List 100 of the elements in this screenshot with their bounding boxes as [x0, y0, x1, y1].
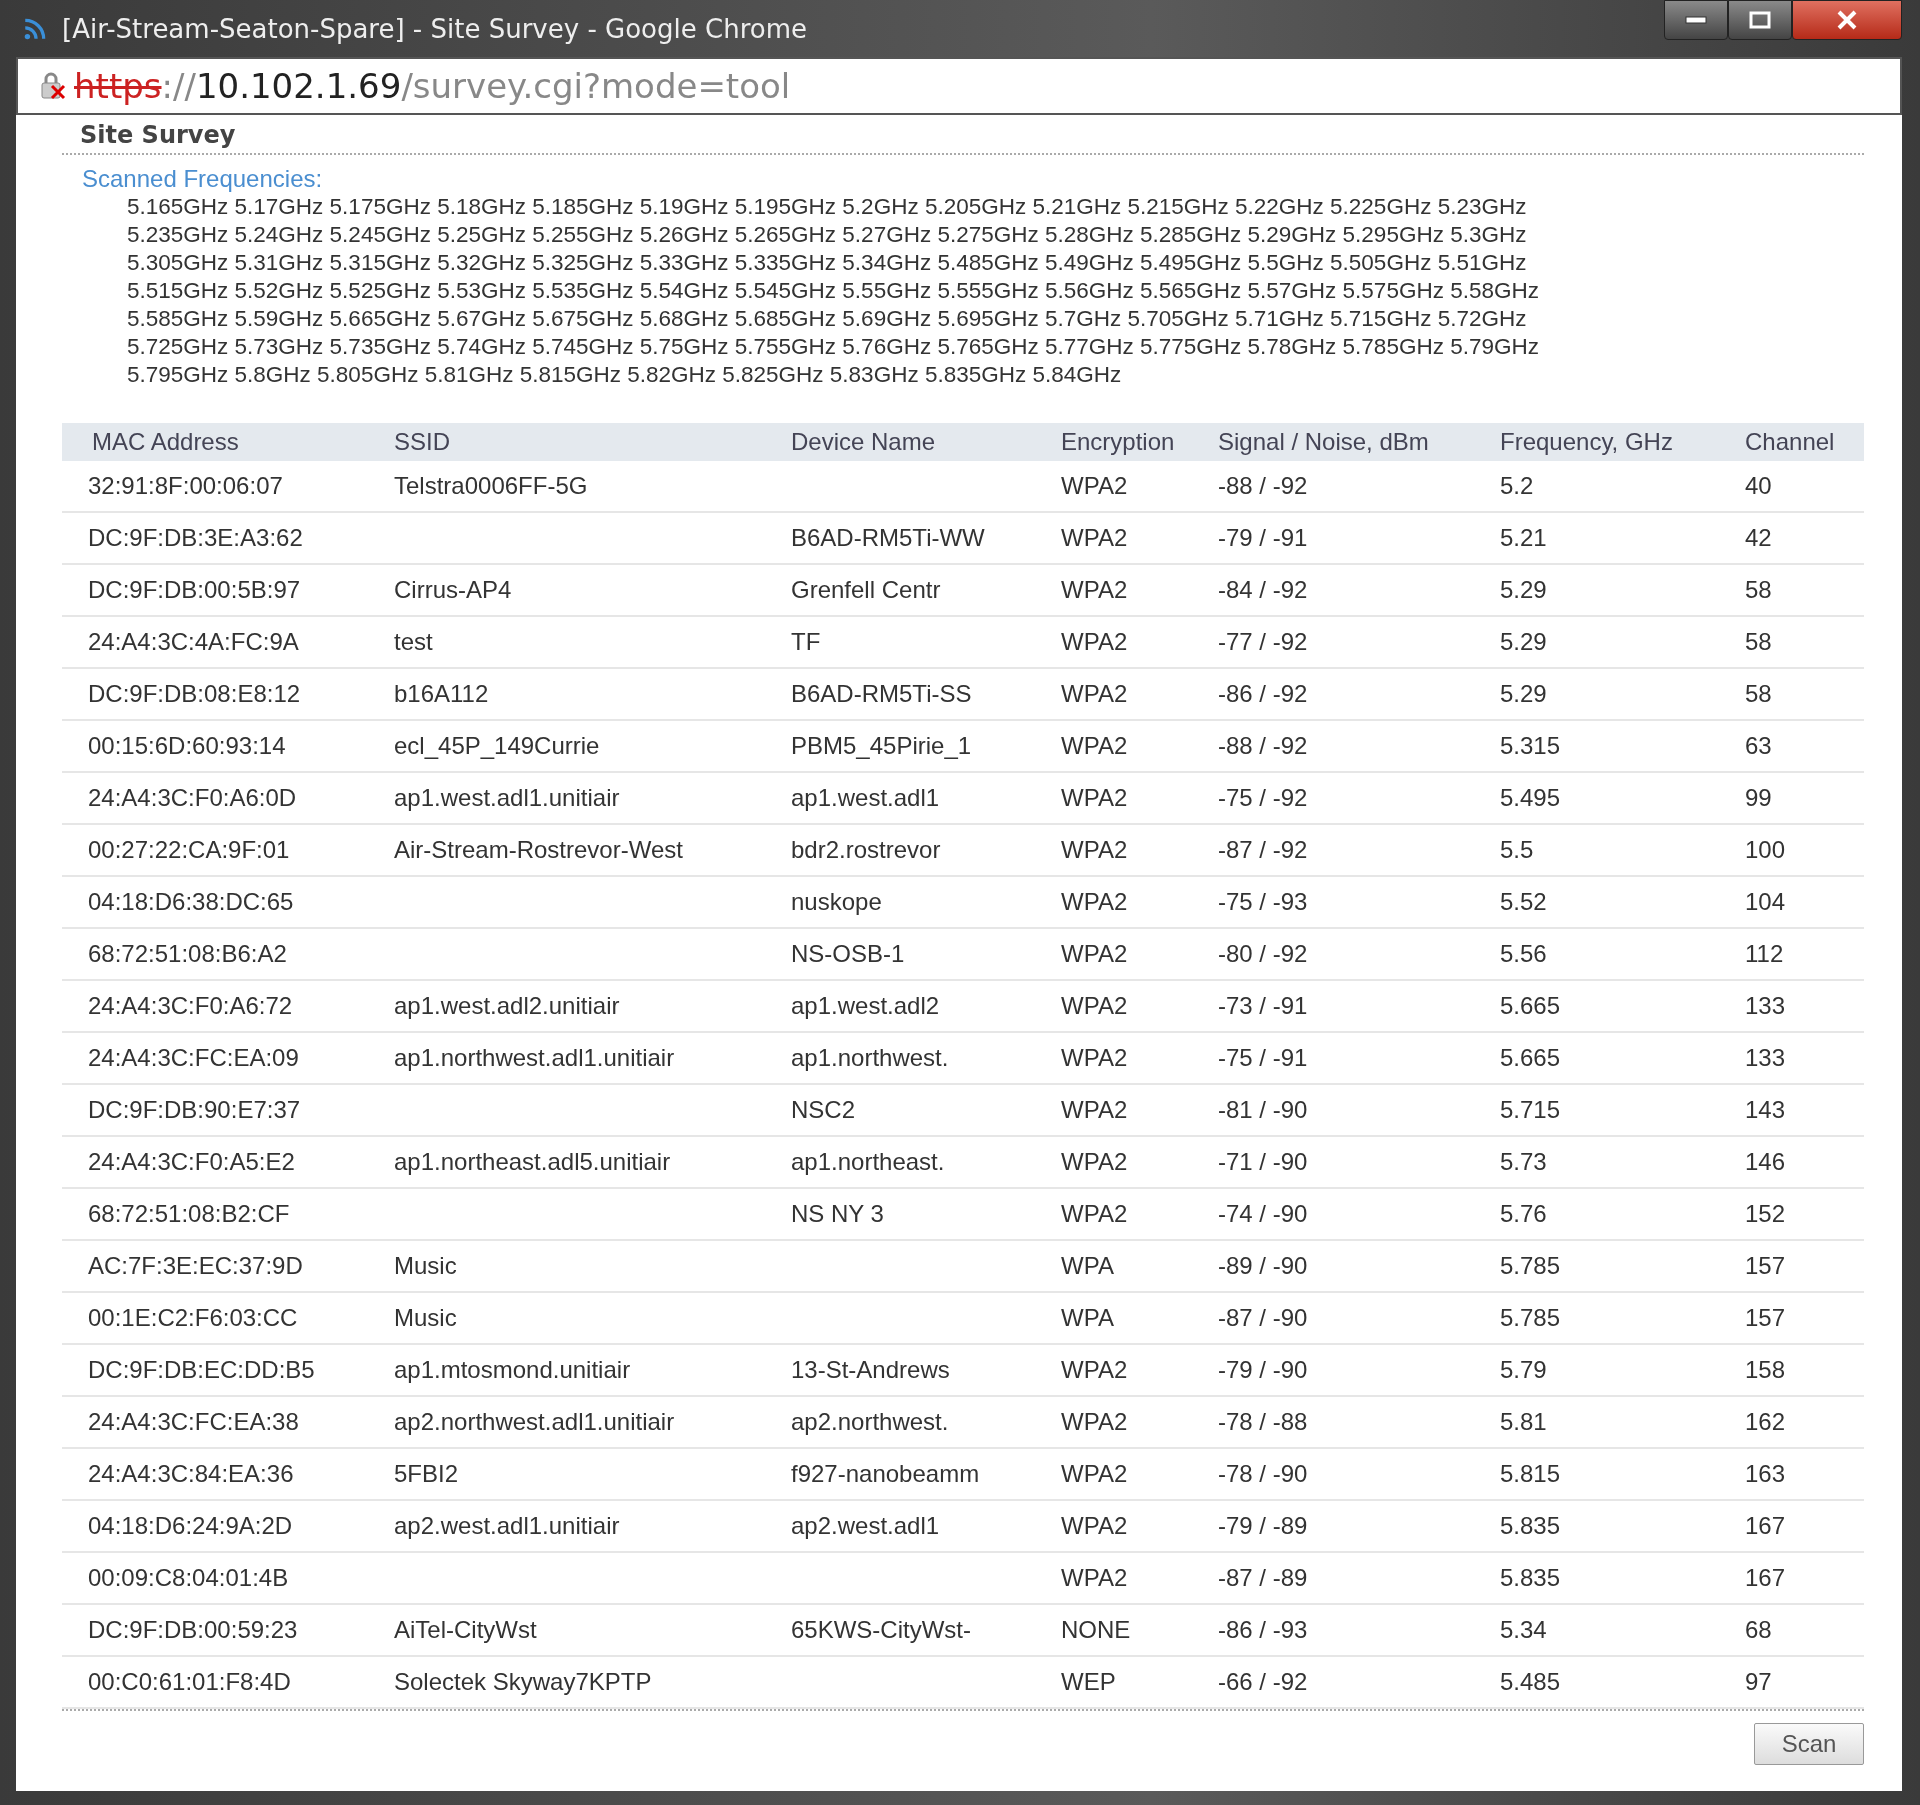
column-header: Frequency, GHz	[1499, 423, 1744, 461]
table-cell: 65KWS-CityWst-	[791, 1616, 971, 1643]
minimize-icon	[1685, 16, 1707, 24]
table-cell: 24:A4:3C:FC:EA:09	[88, 1044, 299, 1071]
table-cell: WPA2	[1061, 1148, 1128, 1175]
table-cell: -75 / -93	[1218, 888, 1308, 915]
table-cell: 63	[1745, 732, 1772, 759]
table-cell: 24:A4:3C:F0:A5:E2	[88, 1148, 295, 1175]
table-cell: 112	[1745, 940, 1784, 967]
table-cell: AiTel-CityWst	[394, 1616, 537, 1643]
table-cell: 00:27:22:CA:9F:01	[88, 836, 290, 863]
minimize-button[interactable]	[1664, 0, 1728, 40]
table-cell: 42	[1745, 524, 1772, 551]
table-cell: 5.315	[1500, 732, 1561, 759]
table-cell: WPA2	[1061, 1356, 1128, 1383]
table-cell: 5FBI2	[394, 1460, 459, 1487]
table-cell: 5.52	[1500, 888, 1547, 915]
table-cell: WEP	[1061, 1668, 1116, 1695]
table-cell: 5.815	[1500, 1460, 1561, 1487]
table-cell: 157	[1745, 1304, 1786, 1331]
table-cell: 5.73	[1500, 1148, 1547, 1175]
table-cell: ap2.northwest.adl1.unitiair	[394, 1408, 675, 1435]
table-cell: Telstra0006FF-5G	[394, 472, 588, 499]
address-bar[interactable]: https://10.102.1.69/survey.cgi?mode=tool	[16, 57, 1902, 115]
table-cell: Music	[394, 1304, 457, 1331]
scan-button[interactable]: Scan	[1754, 1723, 1864, 1765]
table-cell: ap1.northwest.adl1.unitiair	[394, 1044, 675, 1071]
table-cell: 04:18:D6:24:9A:2D	[88, 1512, 293, 1539]
table-cell: WPA2	[1061, 1200, 1128, 1227]
table-cell: 5.785	[1500, 1304, 1561, 1331]
table-cell: 5.5	[1500, 836, 1534, 863]
table-cell: ap1.west.adl2.unitiair	[394, 992, 620, 1019]
table-cell: 00:09:C8:04:01:4B	[88, 1564, 289, 1591]
column-header: SSID	[393, 423, 790, 461]
table-cell: 5.495	[1500, 784, 1561, 811]
table-cell: -89 / -90	[1218, 1252, 1308, 1279]
table-cell: 5.665	[1500, 1044, 1561, 1071]
table-cell: 5.485	[1500, 1668, 1561, 1695]
table-cell: NS NY 3	[791, 1200, 884, 1227]
table-cell: WPA2	[1061, 992, 1128, 1019]
maximize-icon	[1749, 11, 1771, 29]
table-cell: 5.2	[1500, 472, 1534, 499]
table-cell: 5.29	[1500, 576, 1547, 603]
table-cell: -81 / -90	[1218, 1096, 1308, 1123]
table-cell: -78 / -88	[1218, 1408, 1308, 1435]
column-header: Device Name	[790, 423, 1060, 461]
table-cell: 13-St-Andrews	[791, 1356, 950, 1383]
table-cell: 5.56	[1500, 940, 1547, 967]
table-cell: DC:9F:DB:EC:DD:B5	[88, 1356, 315, 1383]
table-cell: 5.665	[1500, 992, 1561, 1019]
table-cell: WPA2	[1061, 1512, 1128, 1539]
table-cell: 04:18:D6:38:DC:65	[88, 888, 294, 915]
table-cell: 5.715	[1500, 1096, 1561, 1123]
table-cell: -79 / -90	[1218, 1356, 1308, 1383]
maximize-button[interactable]	[1728, 0, 1792, 40]
table-cell: 58	[1745, 628, 1772, 655]
table-cell: f927-nanobeamm	[791, 1460, 980, 1487]
frequency-list-line: 5.165GHz 5.17GHz 5.175GHz 5.18GHz 5.185GHz 5.19GHz 5.195GHz 5.2GHz 5.205GHz 5.21GHz 5.215GHz 5.22GHz 5.225GHz 5.23GHz	[126, 193, 1528, 221]
table-cell: ap1.northeast.	[791, 1148, 945, 1175]
table-cell: 152	[1745, 1200, 1786, 1227]
table-cell: WPA2	[1061, 1044, 1128, 1071]
column-header: Encryption	[1060, 423, 1217, 461]
table-cell: 24:A4:3C:F0:A6:0D	[88, 784, 297, 811]
table-cell: WPA2	[1061, 1096, 1128, 1123]
table-cell: 162	[1745, 1408, 1786, 1435]
table-cell: -88 / -92	[1218, 472, 1308, 499]
frequency-list-line: 5.235GHz 5.24GHz 5.245GHz 5.25GHz 5.255GHz 5.26GHz 5.265GHz 5.27GHz 5.275GHz 5.28GHz 5.285GHz 5.29GHz 5.295GHz 5.3GHz	[126, 221, 1528, 249]
table-cell: WPA2	[1061, 472, 1128, 499]
table-cell: Solectek Skyway7KPTP	[394, 1668, 652, 1695]
broken-lock-icon	[38, 71, 68, 102]
table-cell: WPA2	[1061, 576, 1128, 603]
table-cell: -77 / -92	[1218, 628, 1308, 655]
table-cell: 167	[1745, 1512, 1786, 1539]
table-cell: AC:7F:3E:EC:37:9D	[88, 1252, 303, 1279]
table-cell: -75 / -91	[1218, 1044, 1308, 1071]
table-cell: bdr2.rostrevor	[791, 836, 941, 863]
table-cell: WPA2	[1061, 1460, 1128, 1487]
table-cell: WPA2	[1061, 524, 1128, 551]
table-cell: 97	[1745, 1668, 1772, 1695]
column-header: Channel	[1744, 423, 1864, 461]
table-cell: DC:9F:DB:3E:A3:62	[88, 524, 303, 551]
table-cell: 5.785	[1500, 1252, 1561, 1279]
table-cell: -87 / -90	[1218, 1304, 1308, 1331]
table-cell: -78 / -90	[1218, 1460, 1308, 1487]
table-cell: 133	[1745, 992, 1786, 1019]
table-cell: NS-OSB-1	[791, 940, 905, 967]
table-cell: -75 / -92	[1218, 784, 1308, 811]
table-cell: ap2.west.adl1	[791, 1512, 940, 1539]
table-cell: -88 / -92	[1218, 732, 1308, 759]
table-cell: 104	[1745, 888, 1786, 915]
table-cell: WPA	[1061, 1252, 1114, 1279]
table-cell: WPA2	[1061, 680, 1128, 707]
table-cell: ap1.west.adl1	[791, 784, 940, 811]
table-cell: 5.835	[1500, 1512, 1561, 1539]
close-button[interactable]	[1792, 0, 1902, 40]
table-cell: B6AD-RM5Ti-SS	[791, 680, 972, 707]
frequency-list-line: 5.515GHz 5.52GHz 5.525GHz 5.53GHz 5.535GHz 5.54GHz 5.545GHz 5.55GHz 5.555GHz 5.56GHz 5.565GHz 5.57GHz 5.575GHz 5.58GHz	[126, 277, 1540, 305]
table-cell: Cirrus-AP4	[394, 576, 512, 603]
table-cell: -73 / -91	[1218, 992, 1308, 1019]
table-cell: DC:9F:DB:00:59:23	[88, 1616, 298, 1643]
